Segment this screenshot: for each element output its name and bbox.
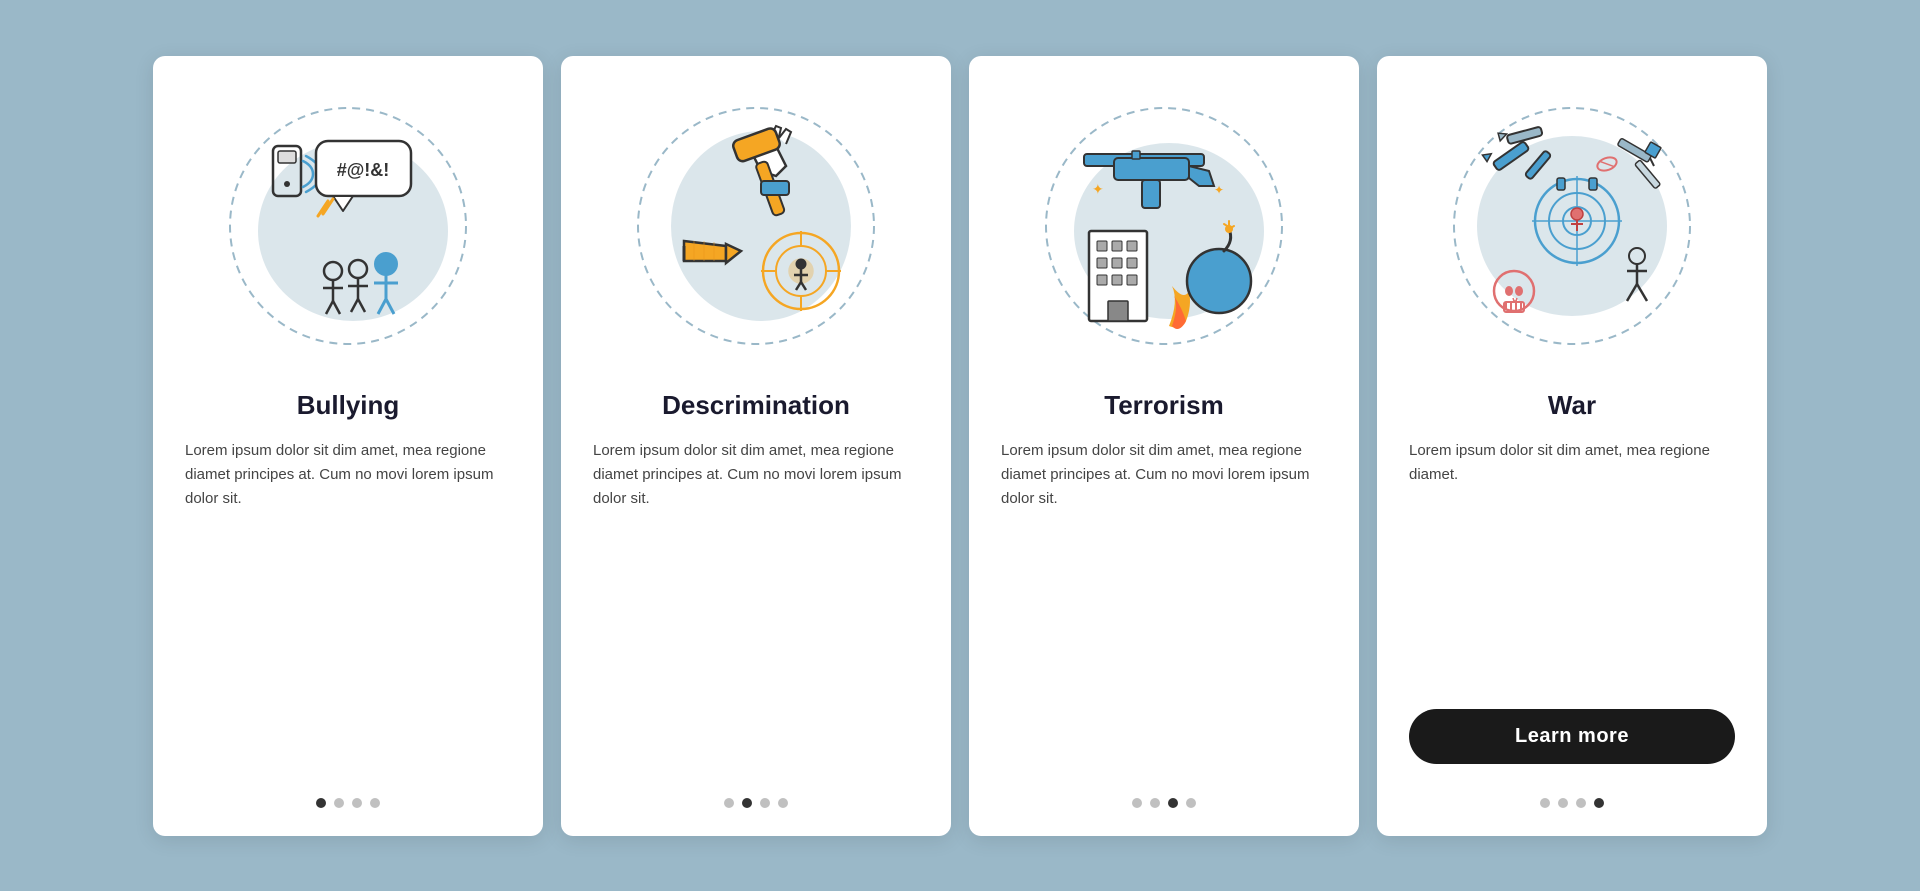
dot-2-4	[778, 798, 788, 808]
dot-4-1	[1540, 798, 1550, 808]
learn-more-button[interactable]: Learn more	[1409, 709, 1735, 764]
discrimination-illustration	[616, 86, 896, 366]
card-war: War Lorem ipsum dolor sit dim amet, mea …	[1377, 56, 1767, 836]
card-3-dots	[1132, 798, 1196, 808]
card-4-dots	[1540, 798, 1604, 808]
card-4-text: Lorem ipsum dolor sit dim amet, mea regi…	[1409, 439, 1735, 691]
dot-2-1	[724, 798, 734, 808]
card-4-title: War	[1548, 390, 1596, 421]
card-bullying: #@!&!	[153, 56, 543, 836]
dot-1-1	[316, 798, 326, 808]
card-2-title: Descrimination	[662, 390, 850, 421]
svg-text:✦: ✦	[1214, 183, 1224, 197]
card-2-dots	[724, 798, 788, 808]
card-3-text: Lorem ipsum dolor sit dim amet, mea regi…	[1001, 439, 1327, 770]
dot-4-3	[1576, 798, 1586, 808]
dot-3-3	[1168, 798, 1178, 808]
card-1-text: Lorem ipsum dolor sit dim amet, mea regi…	[185, 439, 511, 770]
svg-text:#@!&!: #@!&!	[337, 160, 390, 180]
bullying-illustration: #@!&!	[208, 86, 488, 366]
dot-1-4	[370, 798, 380, 808]
dot-1-3	[352, 798, 362, 808]
dot-1-2	[334, 798, 344, 808]
card-terrorism: ✦ ✦	[969, 56, 1359, 836]
cards-container: #@!&!	[113, 16, 1807, 876]
dot-4-2	[1558, 798, 1568, 808]
card-3-title: Terrorism	[1104, 390, 1223, 421]
card-2-text: Lorem ipsum dolor sit dim amet, mea regi…	[593, 439, 919, 770]
card-1-dots	[316, 798, 380, 808]
dot-3-2	[1150, 798, 1160, 808]
terrorism-illustration: ✦ ✦	[1024, 86, 1304, 366]
svg-text:✦: ✦	[1092, 181, 1104, 197]
card-1-title: Bullying	[297, 390, 400, 421]
war-illustration	[1432, 86, 1712, 366]
card-discrimination: Descrimination Lorem ipsum dolor sit dim…	[561, 56, 951, 836]
dot-4-4	[1594, 798, 1604, 808]
dot-3-1	[1132, 798, 1142, 808]
dot-3-4	[1186, 798, 1196, 808]
dot-2-3	[760, 798, 770, 808]
dot-2-2	[742, 798, 752, 808]
